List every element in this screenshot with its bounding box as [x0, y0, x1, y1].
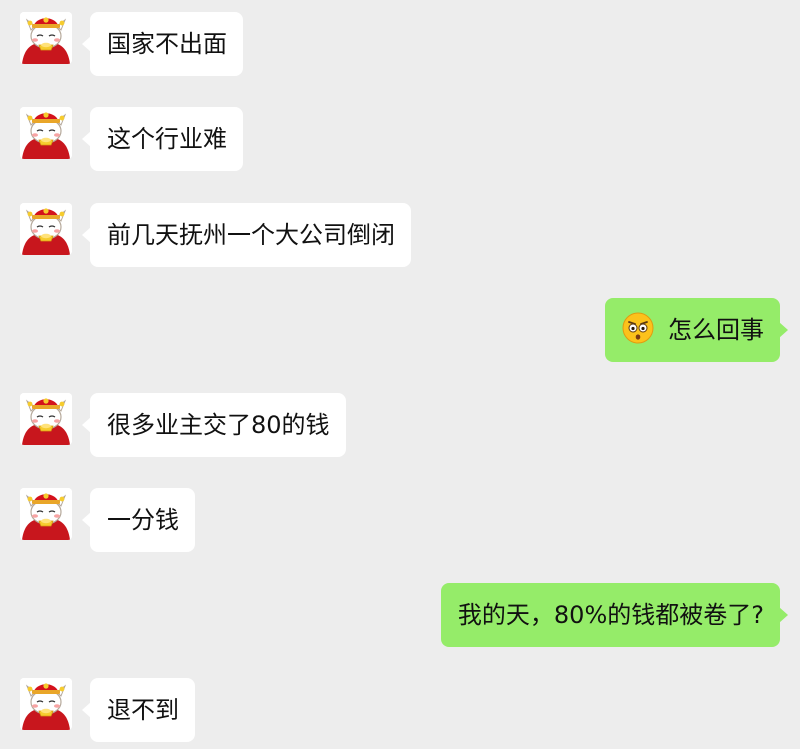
avatar[interactable]	[20, 488, 72, 540]
fortune-god-cat-icon	[20, 107, 72, 159]
avatar[interactable]	[20, 12, 72, 64]
message-bubble-outgoing[interactable]: 怎么回事	[605, 298, 788, 362]
message-bubble[interactable]: 一分钱	[82, 488, 195, 552]
message-bubble-outgoing[interactable]: 我的天，80%的钱都被卷了?	[440, 583, 789, 647]
message-bubble[interactable]: 很多业主交了80的钱	[82, 393, 346, 457]
message-text: 前几天抚州一个大公司倒闭	[107, 221, 395, 249]
message-text: 退不到	[107, 696, 179, 724]
message-text: 很多业主交了80的钱	[107, 411, 330, 439]
shocked-face-icon	[622, 312, 654, 344]
fortune-god-cat-icon	[20, 488, 72, 540]
message-bubble[interactable]: 退不到	[82, 678, 195, 742]
message-text: 一分钱	[107, 506, 179, 534]
message-text: 国家不出面	[107, 30, 227, 58]
message-text: 我的天，80%的钱都被卷了?	[457, 601, 764, 629]
fortune-god-cat-icon	[20, 678, 72, 730]
fortune-god-cat-icon	[20, 12, 72, 64]
avatar[interactable]	[20, 107, 72, 159]
avatar[interactable]	[20, 678, 72, 730]
avatar[interactable]	[20, 393, 72, 445]
message-text: 怎么回事	[668, 316, 764, 344]
message-bubble[interactable]: 这个行业难	[82, 107, 243, 171]
avatar[interactable]	[20, 203, 72, 255]
message-bubble[interactable]: 前几天抚州一个大公司倒闭	[82, 203, 411, 267]
fortune-god-cat-icon	[20, 203, 72, 255]
fortune-god-cat-icon	[20, 393, 72, 445]
message-text: 这个行业难	[107, 125, 227, 153]
message-bubble[interactable]: 国家不出面	[82, 12, 243, 76]
